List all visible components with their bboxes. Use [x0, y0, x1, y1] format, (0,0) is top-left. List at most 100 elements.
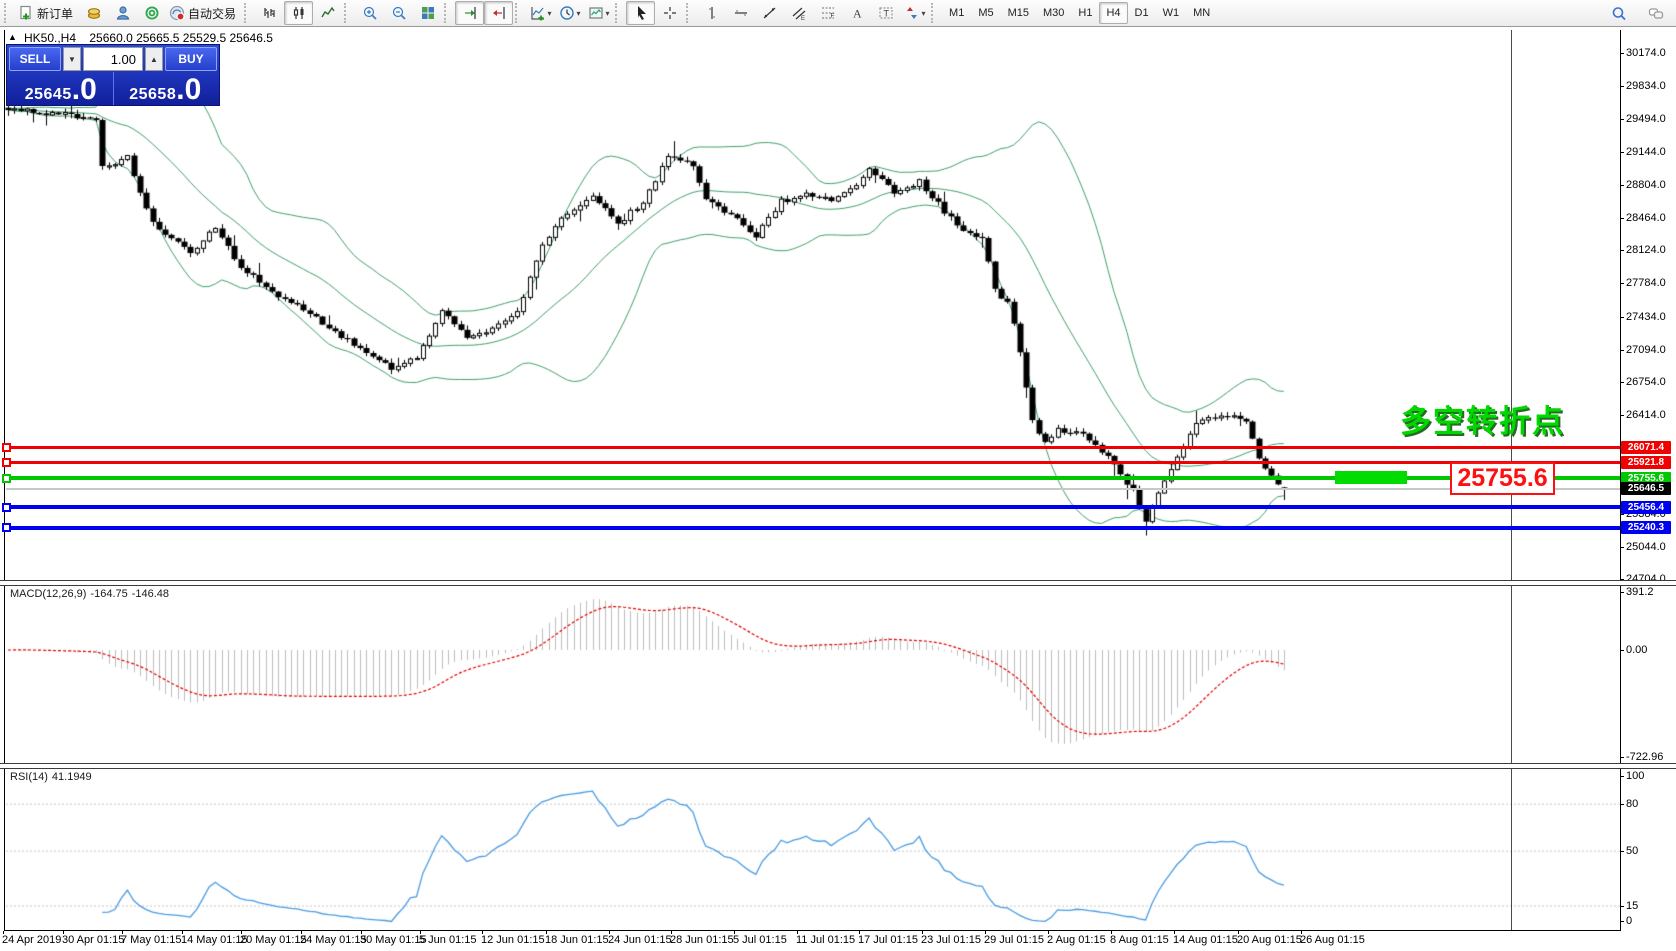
time-axis-label: 24 Jun 01:15 [608, 934, 672, 946]
buy-price[interactable]: 25658 .0 [114, 72, 218, 106]
zoom-in-button[interactable] [355, 1, 384, 25]
time-axis-line[interactable] [4, 930, 1621, 931]
tile-windows-button[interactable] [413, 1, 442, 25]
tf-m1[interactable]: M1 [942, 2, 971, 24]
tf-mn[interactable]: MN [1186, 2, 1217, 24]
price-line-support[interactable] [6, 505, 1620, 510]
text-label-button[interactable]: T [871, 1, 900, 25]
price-tick-label: 28804.0 [1620, 179, 1666, 192]
price-tag: 25240.3 [1621, 521, 1671, 535]
tf-m30[interactable]: M30 [1036, 2, 1071, 24]
chart-shift-button[interactable] [484, 1, 514, 25]
toolbar-grip [931, 3, 938, 23]
price-tick-label: 27434.0 [1620, 310, 1666, 323]
price-line-current-price[interactable] [6, 487, 1620, 490]
tf-m5[interactable]: M5 [971, 2, 1000, 24]
price-line-resistance[interactable] [6, 446, 1620, 450]
indicators-button[interactable]: ▾ [526, 1, 555, 25]
price-tick-label: 25044.0 [1620, 540, 1666, 553]
tf-h1[interactable]: H1 [1071, 2, 1099, 24]
textA-icon: A [849, 5, 865, 21]
new-order-button[interactable]: 新订单 [15, 1, 79, 25]
chat-button[interactable] [1641, 2, 1670, 26]
dropdown-arrow-icon[interactable]: ▾ [548, 9, 552, 18]
time-axis-label: 30 Apr 01:15 [62, 934, 125, 946]
templates-button[interactable]: ▾ [584, 1, 613, 25]
panel-separator-macd[interactable] [0, 580, 1676, 586]
dropdown-arrow-icon[interactable]: ▾ [922, 9, 926, 18]
tf-h4[interactable]: H4 [1099, 2, 1128, 24]
sell-price[interactable]: 25645 .0 [9, 72, 114, 106]
time-axis-tick [546, 931, 547, 934]
price-tag: 25921.8 [1621, 455, 1671, 469]
cursor-button[interactable] [626, 1, 656, 25]
dropdown-arrow-icon[interactable]: ▾ [606, 9, 610, 18]
community-button[interactable] [108, 1, 137, 25]
price-tag: 26071.4 [1621, 441, 1671, 455]
line-anchor-handle[interactable] [2, 443, 11, 453]
time-axis-tick [241, 931, 242, 934]
time-axis-label: 24 May 01:15 [300, 934, 367, 946]
toolbar: 新订单 自动交易 ▾ ▾ ▾ E F A T ▾ M1 M5 M15 M30 H1 H4 D1 W1 MN [0, 0, 1676, 27]
arrows-button[interactable]: ▾ [900, 1, 929, 25]
autoscroll-icon [462, 5, 478, 21]
price-line-resistance[interactable] [6, 460, 1620, 464]
tf-m15[interactable]: M15 [1001, 2, 1036, 24]
time-axis-tick [1238, 931, 1239, 934]
vertical-line-button[interactable] [697, 1, 726, 25]
price-callout-label[interactable]: 25755.6 [1450, 462, 1555, 495]
turning-point-annotation[interactable]: 多空转折点 [1400, 396, 1565, 441]
time-axis-label: 5 Jun 01:15 [419, 934, 477, 946]
time-axis-label: 20 May 01:15 [240, 934, 307, 946]
rsi-tick-label: 0 [1619, 915, 1633, 927]
candlestick-chart-button[interactable] [284, 1, 314, 25]
svg-text:F: F [830, 13, 834, 20]
volume-increase-button[interactable]: ▲ [145, 47, 163, 71]
autotrading-button[interactable]: 自动交易 [166, 1, 242, 25]
equidistant-channel-button[interactable]: E [784, 1, 813, 25]
line-anchor-handle[interactable] [2, 457, 11, 467]
macd-tick-label: -722.96 [1619, 751, 1664, 763]
volume-field[interactable]: 1.00 [83, 47, 143, 71]
one-click-trading-panel: SELL ▼ 1.00 ▲ BUY 25645 .0 25658 .0 [6, 44, 220, 106]
price-tick-label: 29144.0 [1620, 146, 1666, 159]
fibonacci-button[interactable]: F [813, 1, 842, 25]
linechart-icon [320, 5, 336, 21]
toolbar-grip [615, 3, 622, 23]
volume-decrease-button[interactable]: ▼ [63, 47, 81, 71]
search-button[interactable] [1604, 2, 1633, 26]
tf-w1[interactable]: W1 [1156, 2, 1187, 24]
time-axis-label: 2 Aug 01:15 [1047, 934, 1106, 946]
crosshair-button[interactable] [655, 1, 684, 25]
trendline-icon [762, 5, 778, 21]
autotrading-button-label: 自动交易 [188, 6, 237, 21]
line-anchor-handle[interactable] [2, 523, 11, 533]
time-axis-tick [797, 931, 798, 934]
time-axis-label: 5 Jul 01:15 [733, 934, 787, 946]
horizontal-line-button[interactable] [726, 1, 755, 25]
zoom-out-button[interactable] [384, 1, 413, 25]
line-anchor-handle[interactable] [2, 502, 11, 512]
one-click-collapse-toggle[interactable]: ▲ [8, 32, 17, 42]
tf-d1[interactable]: D1 [1128, 2, 1156, 24]
line-anchor-handle[interactable] [2, 473, 11, 483]
bar-chart-button[interactable] [255, 1, 284, 25]
line-chart-button[interactable] [313, 1, 342, 25]
time-axis-label: 29 Jul 01:15 [984, 934, 1044, 946]
text-button[interactable]: A [842, 1, 871, 25]
time-axis-tick [182, 931, 183, 934]
panel-separator-rsi[interactable] [0, 763, 1676, 769]
buy-button[interactable]: BUY [165, 47, 217, 71]
highlight-zone-rectangle[interactable] [1335, 471, 1407, 484]
trendline-button[interactable] [755, 1, 784, 25]
dropdown-arrow-icon[interactable]: ▾ [577, 9, 581, 18]
chart-window: ▲ HK50.,H4 25660.0 25665.5 25529.5 25646… [0, 0, 1676, 951]
price-tag: 25646.5 [1621, 482, 1671, 496]
price-line-support[interactable] [6, 525, 1620, 530]
new-order-button-label: 新订单 [37, 6, 74, 21]
periods-button[interactable]: ▾ [555, 1, 584, 25]
auto-scroll-button[interactable] [455, 1, 485, 25]
sell-button[interactable]: SELL [9, 47, 61, 71]
signals-button[interactable] [137, 1, 166, 25]
funds-button[interactable] [79, 1, 108, 25]
